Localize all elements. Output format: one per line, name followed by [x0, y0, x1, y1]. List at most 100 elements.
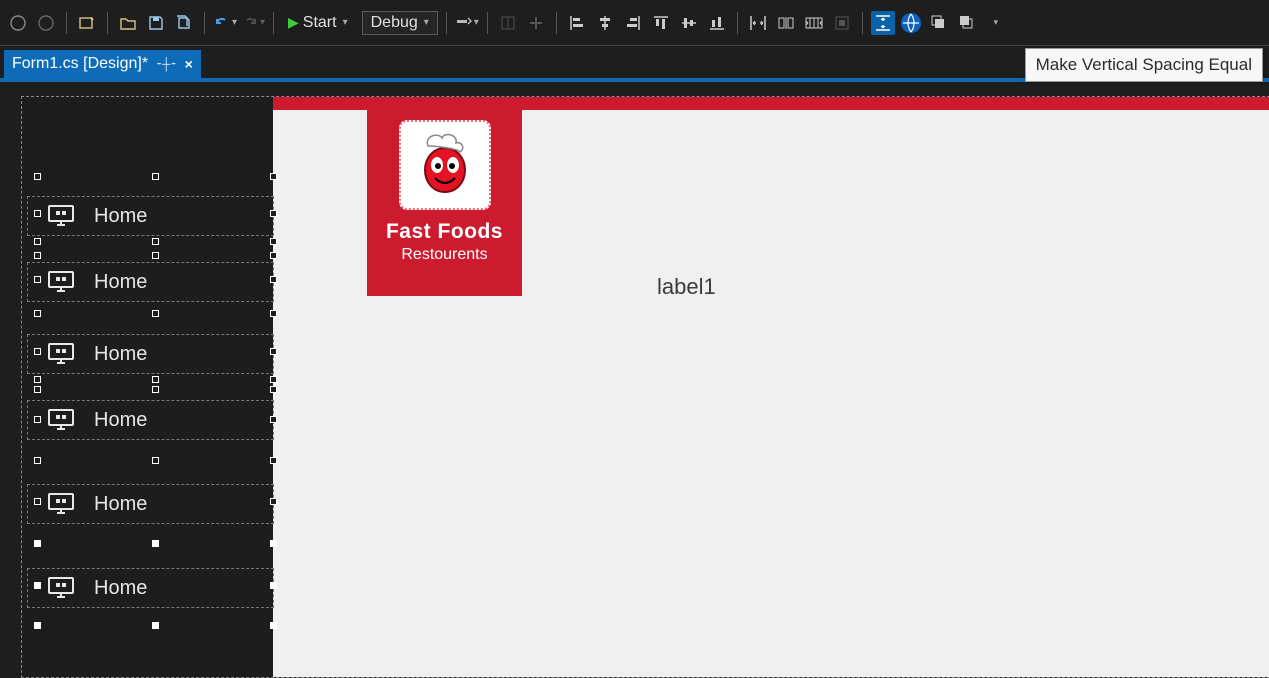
selection-handle[interactable]: [34, 173, 41, 180]
selection-handle[interactable]: [34, 376, 41, 383]
monitor-icon: [48, 493, 74, 515]
align-right-button[interactable]: [621, 11, 645, 35]
toolbar-separator: [66, 12, 67, 34]
selection-handle[interactable]: [152, 173, 159, 180]
toolbar-separator: [556, 12, 557, 34]
selection-handle[interactable]: [270, 582, 277, 589]
monitor-icon: [48, 343, 74, 365]
selection-handle[interactable]: [34, 310, 41, 317]
nav-forward-button[interactable]: [34, 11, 58, 35]
tile-subtitle: Restourents: [401, 246, 487, 264]
find-button[interactable]: ▾: [455, 11, 479, 35]
sidebar-item-home[interactable]: Home: [28, 569, 273, 607]
tooltip: Make Vertical Spacing Equal: [1025, 48, 1263, 82]
selection-handle[interactable]: [152, 310, 159, 317]
toolbar-separator: [862, 12, 863, 34]
toolbar-separator: [487, 12, 488, 34]
bring-front-button[interactable]: [927, 11, 951, 35]
grid-add-button[interactable]: [524, 11, 548, 35]
center-horizontal-button[interactable]: [830, 11, 854, 35]
selection-handle[interactable]: [270, 276, 277, 283]
hsize-equal-button[interactable]: [774, 11, 798, 35]
tile-title: Fast Foods: [386, 220, 503, 244]
selection-handle[interactable]: [34, 540, 41, 547]
selection-handle[interactable]: [34, 238, 41, 245]
selection-handle[interactable]: [270, 252, 277, 259]
align-top-button[interactable]: [649, 11, 673, 35]
selection-handle[interactable]: [34, 386, 41, 393]
selection-handle[interactable]: [34, 498, 41, 505]
grid-button[interactable]: [496, 11, 520, 35]
top-red-strip: [273, 97, 1269, 110]
undo-button[interactable]: ▾: [213, 11, 237, 35]
selection-handle[interactable]: [152, 252, 159, 259]
start-debug-button[interactable]: ▶Start▾: [282, 12, 354, 34]
save-all-button[interactable]: [172, 11, 196, 35]
selection-handle[interactable]: [152, 622, 159, 629]
toolbar-overflow-button[interactable]: ▾: [983, 11, 1007, 35]
selection-handle[interactable]: [152, 386, 159, 393]
monitor-icon: [48, 205, 74, 227]
size-to-grid-button[interactable]: [802, 11, 826, 35]
browser-link-button[interactable]: [899, 11, 923, 35]
selection-handle[interactable]: [34, 582, 41, 589]
selection-handle[interactable]: [270, 310, 277, 317]
send-back-button[interactable]: [955, 11, 979, 35]
selection-handle[interactable]: [152, 457, 159, 464]
sidebar-item-label: Home: [94, 493, 147, 516]
vspace-equal-button[interactable]: [871, 11, 895, 35]
redo-button[interactable]: ▾: [241, 11, 265, 35]
align-left-button[interactable]: [565, 11, 589, 35]
align-center-button[interactable]: [593, 11, 617, 35]
label1[interactable]: label1: [657, 274, 716, 300]
selection-handle[interactable]: [270, 498, 277, 505]
save-button[interactable]: [144, 11, 168, 35]
sidebar-item-home[interactable]: Home: [28, 335, 273, 373]
selection-handle[interactable]: [270, 210, 277, 217]
selection-handle[interactable]: [270, 376, 277, 383]
toolbar-separator: [273, 12, 274, 34]
selection-handle[interactable]: [270, 173, 277, 180]
selection-handle[interactable]: [270, 386, 277, 393]
new-project-button[interactable]: [75, 11, 99, 35]
hspace-equal-button[interactable]: [746, 11, 770, 35]
selection-handle[interactable]: [34, 348, 41, 355]
document-tab[interactable]: Form1.cs [Design]* ⁃┼⁃ ×: [4, 50, 201, 78]
selection-handle[interactable]: [270, 348, 277, 355]
sidebar-item-home[interactable]: Home: [28, 197, 273, 235]
selection-handle[interactable]: [34, 252, 41, 259]
open-file-button[interactable]: [116, 11, 140, 35]
main-toolbar: ▾ ▾ ▶Start▾ Debug▾ ▾ ▾: [0, 0, 1269, 46]
align-bottom-button[interactable]: [705, 11, 729, 35]
selection-handle[interactable]: [34, 276, 41, 283]
selection-handle[interactable]: [270, 457, 277, 464]
selection-handle[interactable]: [270, 622, 277, 629]
selection-handle[interactable]: [152, 376, 159, 383]
selection-handle[interactable]: [152, 238, 159, 245]
form-canvas[interactable]: Fast Foods Restourents label1 Home Home: [22, 97, 1269, 677]
nav-back-button[interactable]: [6, 11, 30, 35]
sidebar-item-home[interactable]: Home: [28, 401, 273, 439]
sidebar-item-label: Home: [94, 205, 147, 228]
start-label: Start: [303, 14, 337, 32]
selection-handle[interactable]: [270, 238, 277, 245]
selection-handle[interactable]: [34, 457, 41, 464]
align-middle-button[interactable]: [677, 11, 701, 35]
sidebar-item-home[interactable]: Home: [28, 263, 273, 301]
config-dropdown[interactable]: Debug▾: [362, 11, 438, 35]
toolbar-separator: [737, 12, 738, 34]
selection-handle[interactable]: [152, 540, 159, 547]
brand-tile: Fast Foods Restourents: [367, 110, 522, 296]
selection-handle[interactable]: [34, 210, 41, 217]
sidebar-item-label: Home: [94, 271, 147, 294]
sidebar-item-home[interactable]: Home: [28, 485, 273, 523]
close-icon[interactable]: ×: [185, 56, 193, 72]
selection-handle[interactable]: [270, 540, 277, 547]
pin-icon[interactable]: ⁃┼⁃: [156, 57, 177, 71]
toolbar-separator: [204, 12, 205, 34]
monitor-icon: [48, 271, 74, 293]
selection-handle[interactable]: [270, 416, 277, 423]
selection-handle[interactable]: [34, 622, 41, 629]
content-area: Fast Foods Restourents label1: [273, 110, 1269, 677]
selection-handle[interactable]: [34, 416, 41, 423]
